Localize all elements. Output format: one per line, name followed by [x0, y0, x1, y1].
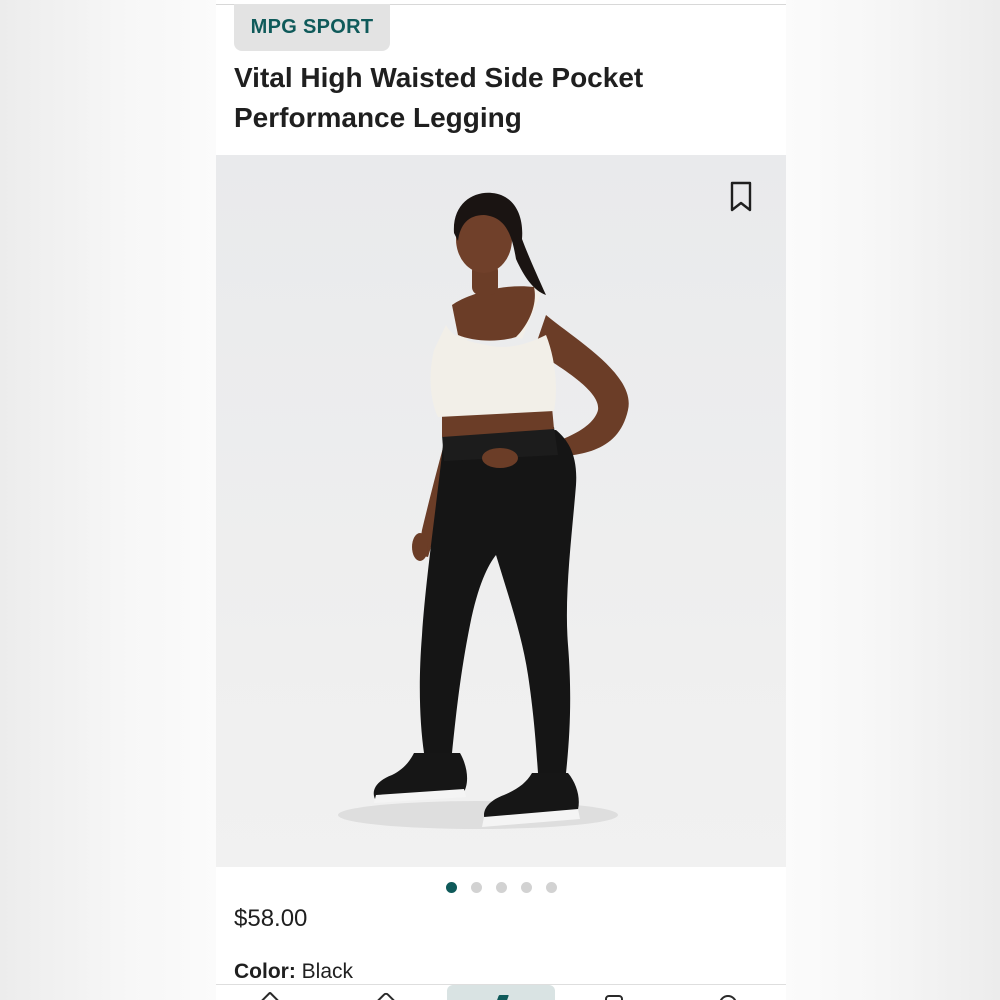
- product-photo: [338, 192, 629, 829]
- profile-icon: [719, 995, 737, 1000]
- shop-icon: [373, 991, 399, 1000]
- nav-sell[interactable]: [447, 985, 555, 1000]
- gallery-pagination: [216, 880, 786, 894]
- bottom-navigation: [216, 984, 786, 1000]
- bookmark-icon: [730, 181, 752, 212]
- sell-icon: [493, 995, 509, 1000]
- bookmark-button[interactable]: [726, 179, 756, 215]
- product-price: $58.00: [234, 905, 308, 932]
- product-image-gallery[interactable]: [216, 155, 786, 867]
- pagination-dot[interactable]: [495, 881, 507, 893]
- brand-label: MPG SPORT: [250, 16, 374, 38]
- pagination-dot[interactable]: [520, 881, 532, 893]
- news-icon: [605, 995, 623, 1000]
- nav-shop[interactable]: [366, 985, 406, 1000]
- nav-profile[interactable]: [708, 985, 748, 1000]
- nav-home[interactable]: [250, 985, 290, 1000]
- pagination-dot[interactable]: [470, 881, 482, 893]
- background-right: [786, 0, 1000, 1000]
- home-icon: [257, 991, 283, 1000]
- background-left: [0, 0, 216, 1000]
- color-selection: Color: Black: [234, 960, 353, 984]
- pagination-dot[interactable]: [445, 881, 457, 893]
- color-label: Color:: [234, 960, 296, 983]
- product-title: Vital High Waisted Side Pocket Performan…: [234, 62, 644, 133]
- color-value: Black: [301, 960, 354, 983]
- app-screen: MPG SPORT Vital High Waisted Side Pocket…: [216, 0, 786, 1000]
- nav-news[interactable]: [594, 985, 634, 1000]
- pagination-dot[interactable]: [545, 881, 557, 893]
- brand-badge[interactable]: MPG SPORT: [234, 4, 390, 51]
